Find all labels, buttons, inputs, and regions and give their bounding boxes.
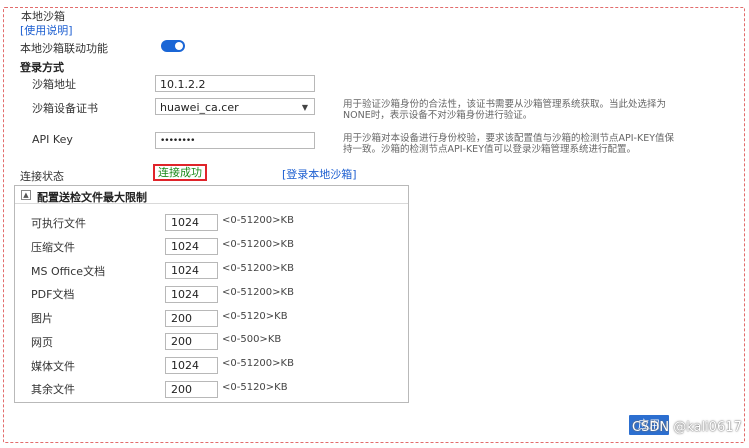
linkage-toggle[interactable]	[161, 40, 185, 52]
limit-range: <0-5120>KB	[222, 311, 288, 322]
limit-range: <0-51200>KB	[222, 215, 294, 226]
limit-input[interactable]: 1024	[165, 262, 218, 279]
limit-input[interactable]: 1024	[165, 357, 218, 374]
limit-range: <0-500>KB	[222, 334, 282, 345]
apikey-label: API Key	[32, 133, 73, 146]
toggle-knob	[175, 42, 183, 50]
apikey-input[interactable]: ••••••••	[155, 132, 315, 149]
limit-input[interactable]: 1024	[165, 286, 218, 303]
help-link[interactable]: [使用说明]	[20, 22, 73, 38]
cert-help: 用于验证沙箱身份的合法性，该证书需要从沙箱管理系统获取。当此处选择为NONE时，…	[343, 99, 667, 121]
connection-label: 连接状态	[20, 170, 64, 183]
file-limit-title: 配置送检文件最大限制	[37, 191, 147, 204]
limit-range: <0-5120>KB	[222, 382, 288, 393]
login-sandbox-link[interactable]: [登录本地沙箱]	[282, 166, 357, 182]
limit-row-label: 媒体文件	[31, 360, 75, 373]
login-title: 登录方式	[20, 61, 64, 74]
address-label: 沙箱地址	[32, 78, 76, 91]
address-input[interactable]: 10.1.2.2	[155, 75, 315, 92]
linkage-label: 本地沙箱联动功能	[20, 42, 108, 55]
limit-row-label: 其余文件	[31, 383, 75, 396]
limit-row-label: 可执行文件	[31, 217, 86, 230]
limit-row-label: 网页	[31, 336, 53, 349]
cert-label: 沙箱设备证书	[32, 102, 98, 115]
cert-select[interactable]: huawei_ca.cer ▼	[155, 98, 315, 115]
file-limit-header: ▲ 配置送检文件最大限制	[15, 186, 408, 204]
limit-input[interactable]: 200	[165, 333, 218, 350]
limit-range: <0-51200>KB	[222, 239, 294, 250]
limit-row-label: PDF文档	[31, 288, 75, 301]
watermark: CSDN @kali0617	[632, 420, 742, 435]
apikey-help: 用于沙箱对本设备进行身份校验，要求该配置值与沙箱的检测节点API-KEY值保持一…	[343, 133, 674, 155]
chevron-down-icon: ▼	[301, 103, 308, 112]
limit-range: <0-51200>KB	[222, 287, 294, 298]
cert-select-value: huawei_ca.cer	[160, 101, 239, 114]
collapse-icon[interactable]: ▲	[21, 190, 31, 200]
limit-range: <0-51200>KB	[222, 358, 294, 369]
limit-input[interactable]: 200	[165, 381, 218, 398]
limit-input[interactable]: 200	[165, 310, 218, 327]
limit-row-label: MS Office文档	[31, 265, 106, 278]
limit-input[interactable]: 1024	[165, 214, 218, 231]
limit-row-label: 压缩文件	[31, 241, 75, 254]
limit-input[interactable]: 1024	[165, 238, 218, 255]
limit-range: <0-51200>KB	[222, 263, 294, 274]
limit-row-label: 图片	[31, 312, 53, 325]
file-limit-group: ▲ 配置送检文件最大限制 可执行文件 1024 <0-51200>KB 压缩文件…	[14, 185, 409, 403]
connection-status: 连接成功	[153, 164, 207, 181]
